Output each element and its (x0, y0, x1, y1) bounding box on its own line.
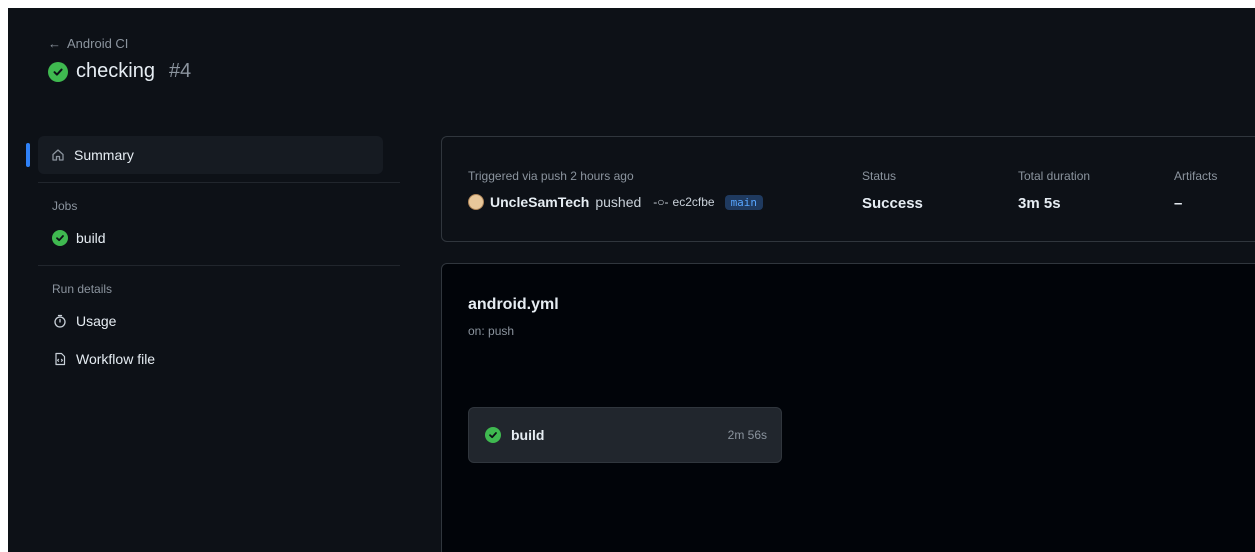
commit-sha: ec2cfbe (672, 195, 715, 209)
trigger-details: UncleSamTech pushed -○- ec2cfbe main (468, 194, 764, 210)
duration-label: Total duration (1018, 169, 1091, 183)
back-link[interactable]: ← Android CI (48, 36, 128, 51)
job-duration: 2m 56s (727, 428, 767, 442)
avatar[interactable] (468, 194, 484, 210)
stopwatch-icon (52, 313, 68, 329)
artifacts-value: – (1174, 195, 1183, 212)
sidebar-item-usage[interactable]: Usage (38, 302, 400, 340)
sidebar-item-label: Usage (76, 313, 117, 329)
divider (38, 265, 400, 266)
sidebar-item-summary[interactable]: Summary (26, 136, 383, 174)
back-link-label: Android CI (67, 36, 129, 51)
branch-badge[interactable]: main (724, 194, 764, 210)
sidebar: Summary Jobs build Run details Usage Wor… (26, 136, 400, 378)
commit-link[interactable]: -○- ec2cfbe (653, 195, 714, 209)
artifacts-label: Artifacts (1174, 169, 1218, 183)
active-indicator (26, 143, 30, 167)
check-circle-icon (48, 61, 68, 82)
sidebar-item-label: build (76, 230, 106, 246)
sidebar-item-label: Workflow file (76, 351, 156, 367)
actor-link[interactable]: UncleSamTech (490, 194, 589, 210)
duration-value: 3m 5s (1018, 195, 1061, 212)
run-title: checking (76, 60, 155, 82)
sidebar-item-label: Summary (74, 147, 134, 163)
home-icon (50, 147, 66, 163)
run-number: #4 (168, 60, 192, 82)
git-commit-icon: -○- (653, 195, 669, 209)
workflow-file-name: android.yml (468, 296, 559, 313)
status-value: Success (862, 195, 923, 212)
sidebar-item-workflow-file[interactable]: Workflow file (38, 340, 400, 378)
arrow-left-icon: ← (48, 36, 61, 51)
check-circle-icon (52, 230, 68, 246)
jobs-heading: Jobs (52, 199, 78, 213)
file-code-icon (52, 351, 68, 367)
job-name: build (511, 427, 545, 443)
check-circle-icon (485, 427, 501, 443)
action-text: pushed (595, 194, 642, 210)
run-summary-card: Triggered via push 2 hours ago UncleSamT… (441, 136, 1255, 242)
workflow-graph-card: android.yml on: push build 2m 56s (441, 263, 1255, 552)
trigger-label: Triggered via push 2 hours ago (468, 169, 634, 183)
workflow-trigger: on: push (468, 324, 515, 338)
page-title: checking #4 (48, 60, 191, 83)
run-details-heading: Run details (52, 282, 113, 296)
status-label: Status (862, 169, 897, 183)
sidebar-item-build[interactable]: build (38, 219, 400, 257)
divider (38, 182, 400, 183)
app-window: ← Android CI checking #4 Summary Jobs bu… (8, 8, 1255, 552)
job-node-build[interactable]: build 2m 56s (468, 407, 782, 463)
